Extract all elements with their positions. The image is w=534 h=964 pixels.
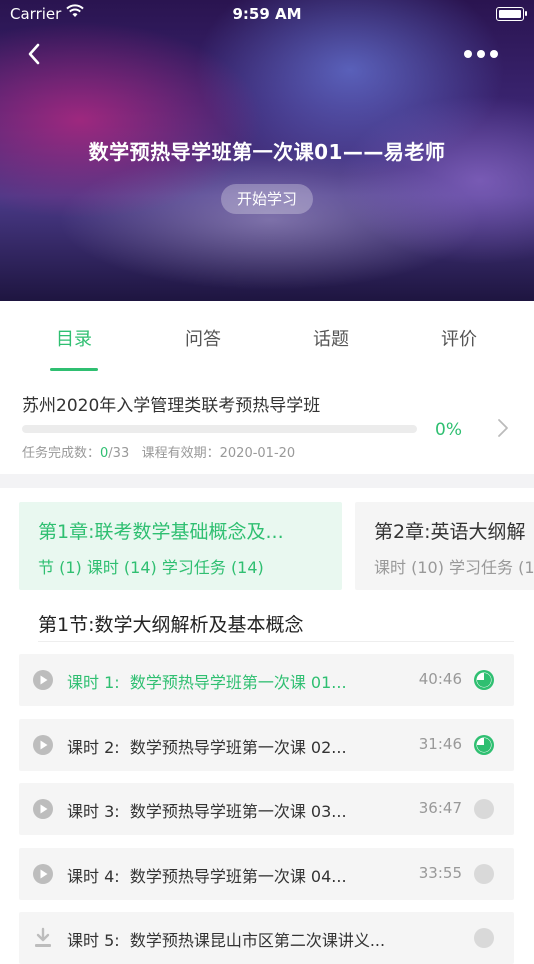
download-icon bbox=[32, 927, 54, 949]
lesson-duration: 31:46 bbox=[418, 735, 462, 753]
lesson-number: 课时 3: bbox=[67, 802, 120, 821]
chapter-card-2[interactable]: 第2章:英语大纲解 课时 (10) 学习任务 (1 bbox=[355, 502, 534, 590]
back-button[interactable] bbox=[22, 40, 50, 68]
lesson-number: 课时 4: bbox=[67, 867, 120, 886]
lesson-title: 课时 2: 数学预热导学班第一次课 02... bbox=[67, 734, 347, 758]
tasks-total: /33 bbox=[108, 446, 130, 461]
course-hero: Carrier 9:59 AM 数学预热导学班第一次课01——易老师 开始学习 bbox=[0, 0, 534, 301]
battery-icon bbox=[496, 7, 527, 21]
play-icon bbox=[32, 798, 54, 820]
chapter-stats: 节 (1) 课时 (14) 学习任务 (14) bbox=[38, 558, 264, 577]
tab-bar: 目录 问答 话题 评价 bbox=[0, 301, 534, 375]
lesson-row[interactable]: 课时 3: 数学预热导学班第一次课 03... 36:47 bbox=[19, 783, 514, 835]
progress-pie-icon bbox=[473, 669, 495, 691]
lesson-row[interactable]: 课时 2: 数学预热导学班第一次课 02... 31:46 bbox=[19, 719, 514, 771]
section-title: 第1节:数学大纲解析及基本概念 bbox=[38, 614, 304, 636]
chapter-card-1[interactable]: 第1章:联考数学基础概念及... 节 (1) 课时 (14) 学习任务 (14) bbox=[19, 502, 342, 590]
tab-catalog[interactable]: 目录 bbox=[24, 325, 124, 351]
lesson-row[interactable]: 课时 4: 数学预热导学班第一次课 04... 33:55 bbox=[19, 848, 514, 900]
progress-percent: 0% bbox=[435, 420, 462, 440]
more-button[interactable] bbox=[464, 42, 504, 66]
lesson-name: 数学预热导学班第一次课 01... bbox=[129, 673, 347, 692]
lesson-duration: 40:46 bbox=[418, 670, 462, 688]
lesson-title: 课时 5: 数学预热课昆山市区第二次课讲义... bbox=[67, 927, 385, 951]
lesson-title: 课时 4: 数学预热导学班第一次课 04... bbox=[67, 863, 347, 887]
lesson-duration: 33:55 bbox=[418, 864, 462, 882]
play-icon bbox=[32, 734, 54, 756]
active-tab-indicator bbox=[50, 368, 98, 371]
validity-date: 2020-01-20 bbox=[219, 446, 296, 461]
progress-pie-icon bbox=[473, 734, 495, 756]
divider bbox=[38, 641, 514, 642]
more-icon bbox=[464, 50, 472, 58]
status-bar: Carrier 9:59 AM bbox=[0, 0, 534, 28]
lesson-number: 课时 2: bbox=[67, 738, 120, 757]
tasks-label: 任务完成数： bbox=[22, 446, 101, 461]
lesson-number: 课时 1: bbox=[67, 673, 120, 692]
chapter-stats: 课时 (10) 学习任务 (1 bbox=[374, 558, 534, 577]
course-progress-row[interactable]: 苏州2020年入学管理类联考预热导学班 0% 任务完成数：0/33 课程有效期：… bbox=[0, 374, 534, 474]
chevron-right-icon bbox=[494, 416, 512, 440]
lesson-name: 数学预热课昆山市区第二次课讲义... bbox=[129, 931, 386, 950]
progress-pie-icon bbox=[473, 863, 495, 885]
lesson-number: 课时 5: bbox=[67, 931, 120, 950]
course-meta: 任务完成数：0/33 课程有效期：2020-01-20 bbox=[22, 442, 295, 461]
lesson-duration: 36:47 bbox=[418, 799, 462, 817]
lesson-row[interactable]: 课时 1: 数学预热导学班第一次课 01... 40:46 bbox=[19, 654, 514, 706]
play-icon bbox=[32, 669, 54, 691]
lesson-title: 课时 3: 数学预热导学班第一次课 03... bbox=[67, 798, 347, 822]
progress-pie-icon bbox=[473, 798, 495, 820]
lesson-name: 数学预热导学班第一次课 03... bbox=[129, 802, 347, 821]
chevron-left-icon bbox=[28, 43, 40, 65]
tab-reviews[interactable]: 评价 bbox=[409, 325, 509, 351]
course-name: 苏州2020年入学管理类联考预热导学班 bbox=[22, 396, 321, 416]
play-icon bbox=[32, 863, 54, 885]
lesson-row[interactable]: 课时 5: 数学预热课昆山市区第二次课讲义... bbox=[19, 912, 514, 964]
tab-qa[interactable]: 问答 bbox=[153, 325, 253, 351]
progress-pie-icon bbox=[473, 927, 495, 949]
start-learning-button[interactable]: 开始学习 bbox=[221, 184, 313, 214]
chapter-title: 第2章:英语大纲解 bbox=[374, 521, 526, 543]
clock: 9:59 AM bbox=[232, 5, 302, 23]
lesson-name: 数学预热导学班第一次课 02... bbox=[129, 738, 347, 757]
section-divider bbox=[0, 474, 534, 488]
lesson-title: 课时 1: 数学预热导学班第一次课 01... bbox=[67, 669, 347, 693]
lesson-name: 数学预热导学班第一次课 04... bbox=[129, 867, 347, 886]
tab-topics[interactable]: 话题 bbox=[281, 325, 381, 351]
course-title: 数学预热导学班第一次课01——易老师 bbox=[88, 140, 446, 164]
progress-bar bbox=[22, 425, 417, 433]
validity-label: 课程有效期： bbox=[141, 446, 220, 461]
chapter-title: 第1章:联考数学基础概念及... bbox=[38, 521, 284, 543]
